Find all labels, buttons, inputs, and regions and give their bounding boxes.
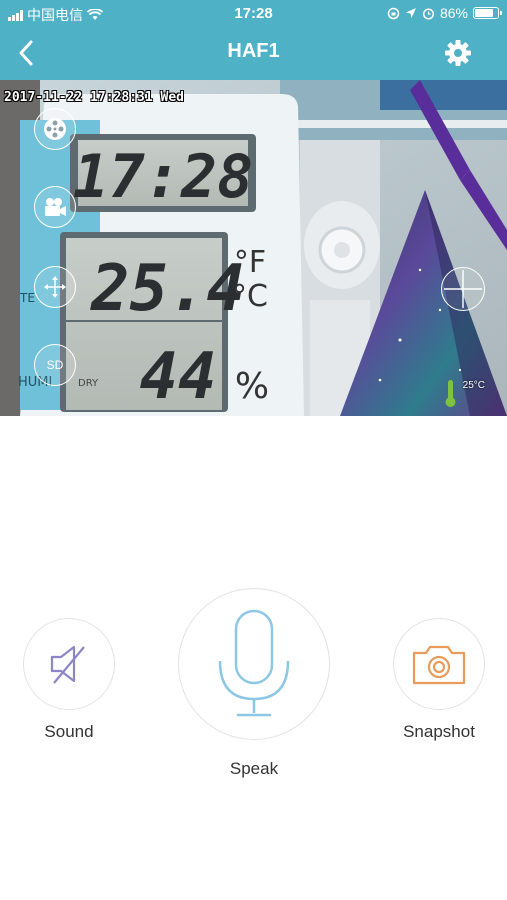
battery-percent: 86%	[439, 5, 468, 21]
control-panel: Sound Speak Snapshot	[0, 416, 507, 900]
page-title: HAF1	[227, 40, 280, 62]
film-reel-icon	[44, 118, 66, 140]
status-right: 86%	[387, 5, 502, 21]
svg-text:25.4: 25.4	[90, 252, 245, 326]
gear-icon[interactable]	[443, 38, 473, 68]
video-camera-icon	[45, 198, 66, 216]
nav-bar: HAF1	[0, 26, 507, 80]
alarm-clock-icon	[422, 7, 435, 20]
crosshair-button[interactable]	[441, 267, 485, 311]
rotation-lock-icon	[387, 7, 400, 19]
speak-button[interactable]	[178, 588, 330, 740]
sound-button[interactable]	[23, 618, 115, 710]
sound-label: Sound	[44, 722, 94, 741]
svg-text:TE: TE	[19, 291, 35, 305]
camera-icon	[412, 645, 466, 685]
move-arrows-icon	[44, 276, 66, 298]
sd-card-icon: SD	[46, 358, 64, 372]
status-bar: 中国电信 17:28 86%	[0, 0, 507, 26]
crosshair-icon	[443, 269, 483, 309]
location-arrow-icon	[405, 8, 416, 18]
svg-text:17:28: 17:28	[73, 142, 254, 212]
speaker-muted-icon	[50, 645, 85, 684]
temperature-overlay: 25°C	[462, 380, 485, 391]
svg-text:°C: °C	[232, 279, 268, 314]
record-playback-button[interactable]	[34, 108, 76, 150]
svg-text:°F: °F	[234, 245, 266, 280]
camera-video-feed[interactable]: 17:28 25.4 44 °F °C % TE HUMI DRY 2017-1…	[0, 80, 507, 416]
svg-text:%: %	[235, 366, 269, 407]
svg-text:DRY: DRY	[78, 378, 99, 389]
speak-label: Speak	[229, 759, 279, 778]
sd-card-button[interactable]: SD	[34, 344, 76, 386]
svg-text:44: 44	[139, 340, 216, 414]
ptz-move-button[interactable]	[34, 266, 76, 308]
video-timestamp: 2017-11-22 17:28:31 Wed	[4, 90, 185, 105]
camera-scene: 17:28 25.4 44 °F °C % TE HUMI DRY	[0, 80, 507, 416]
battery-icon	[473, 7, 502, 19]
snapshot-label: Snapshot	[403, 722, 475, 741]
record-video-button[interactable]	[34, 186, 76, 228]
snapshot-button[interactable]	[393, 618, 485, 710]
microphone-icon	[218, 609, 290, 717]
